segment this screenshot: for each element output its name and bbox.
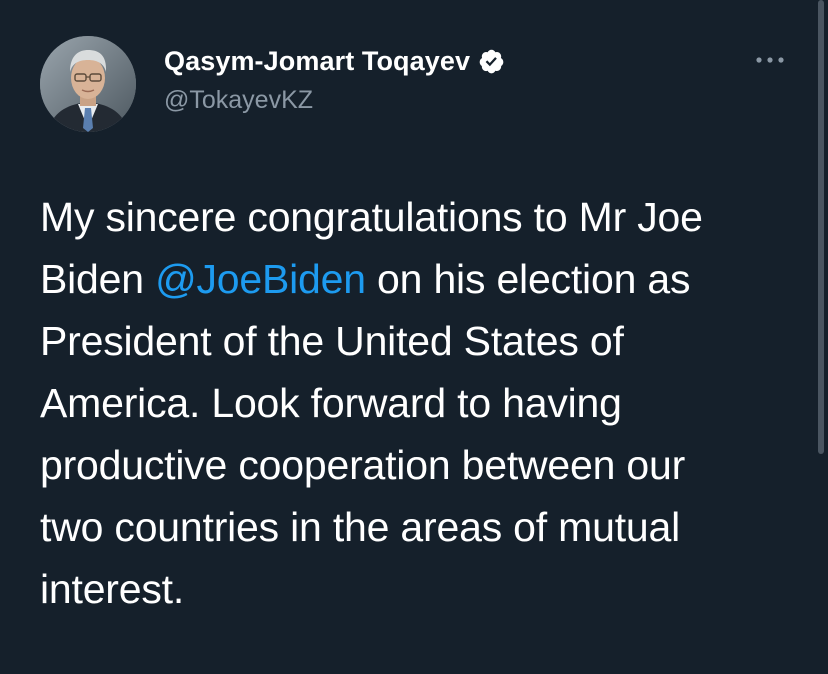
author-display-name[interactable]: Qasym-Jomart Toqayev — [164, 46, 470, 77]
tweet-text-segment: on his election as — [365, 256, 691, 302]
tweet-line: Biden @JoeBiden on his election as — [40, 248, 800, 310]
tweet-line: interest. — [40, 566, 185, 612]
tweet-line: President of the United States of — [40, 318, 624, 364]
tweet-text-segment: Biden — [40, 256, 156, 302]
tweet-line: two countries in the areas of mutual — [40, 504, 681, 550]
tweet-line: My sincere congratulations to Mr Joe — [40, 194, 703, 240]
mention-link[interactable]: @JoeBiden — [155, 256, 366, 302]
author-handle[interactable]: @TokayevKZ — [164, 86, 313, 115]
scrollbar[interactable] — [818, 0, 824, 454]
author-name-row: Qasym-Jomart Toqayev — [164, 44, 505, 78]
more-options-button[interactable] — [748, 44, 792, 76]
profile-photo — [40, 36, 136, 132]
verified-badge-icon — [479, 49, 504, 73]
author-avatar[interactable] — [40, 36, 136, 132]
tweet-text: My sincere congratulations to Mr Joe Bid… — [40, 186, 800, 620]
tweet-line: productive cooperation between our — [40, 442, 686, 488]
tweet-card: Qasym-Jomart Toqayev @TokayevKZ My since… — [0, 0, 828, 674]
tweet-line: America. Look forward to having — [40, 380, 622, 426]
more-horizontal-icon — [756, 57, 784, 63]
